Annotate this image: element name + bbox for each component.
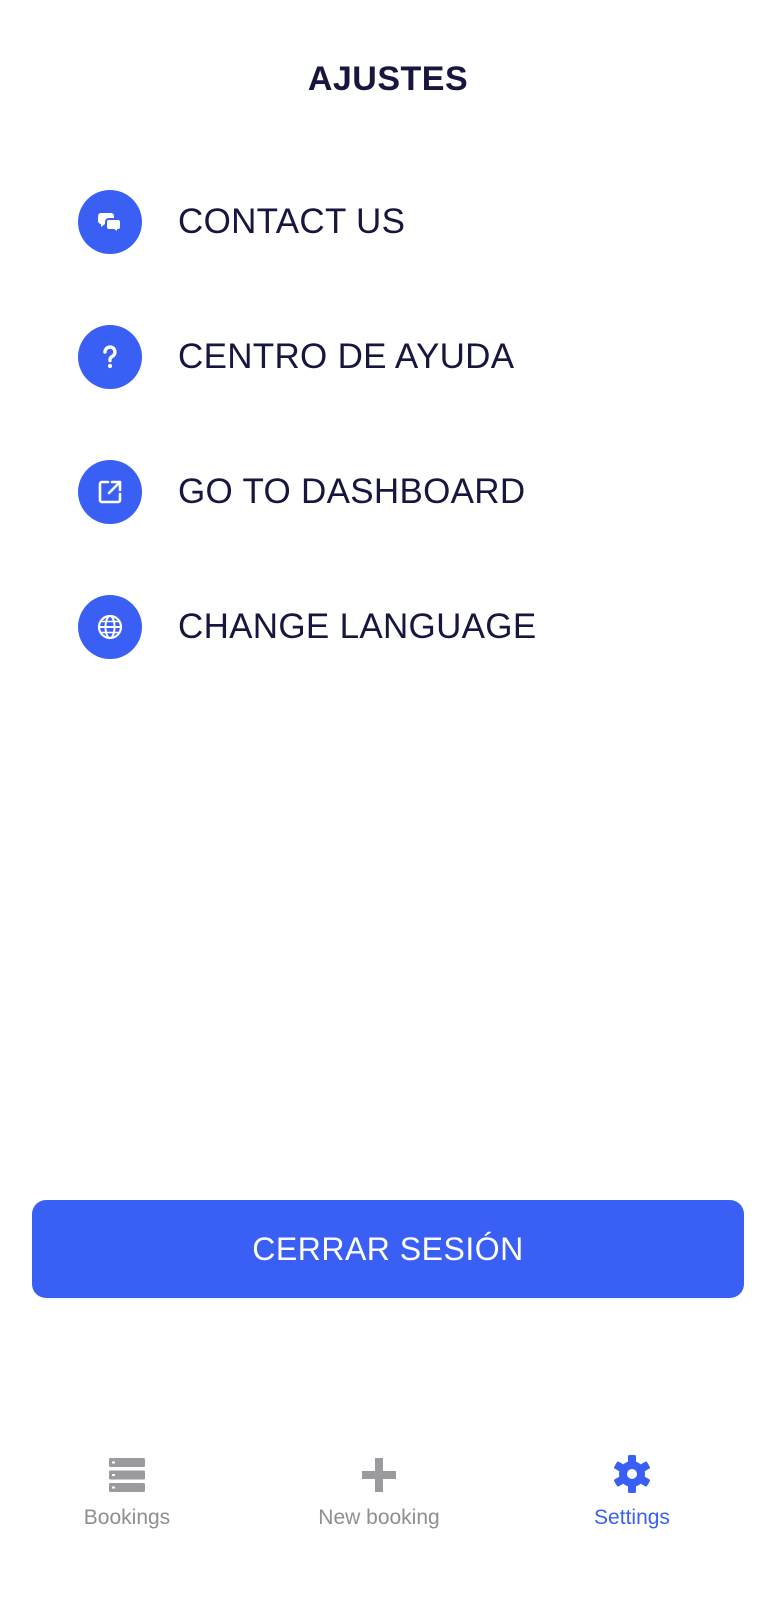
external-link-icon [78, 460, 142, 524]
tab-label: Bookings [83, 1506, 171, 1529]
tab-label: Settings [594, 1506, 670, 1529]
tab-settings[interactable]: Settings [522, 1440, 742, 1560]
menu-item-help-center[interactable]: CENTRO DE AYUDA [78, 325, 698, 389]
logout-button[interactable]: CERRAR SESIÓN [32, 1200, 744, 1298]
chat-bubbles-icon [78, 190, 142, 254]
menu-item-contact-us[interactable]: CONTACT US [78, 190, 698, 254]
menu-item-go-to-dashboard[interactable]: GO TO DASHBOARD [78, 460, 698, 524]
tab-bookings[interactable]: Bookings [17, 1440, 237, 1560]
plus-icon [360, 1440, 398, 1494]
menu-item-label: CONTACT US [178, 202, 406, 241]
page-title: AJUSTES [307, 60, 469, 98]
menu-item-change-language[interactable]: CHANGE LANGUAGE [78, 595, 698, 659]
tab-new-booking[interactable]: New booking [269, 1440, 489, 1560]
menu-item-label: CENTRO DE AYUDA [178, 337, 515, 376]
settings-menu: CONTACT US CENTRO DE AYUDA GO TO DASHBOA… [78, 190, 698, 730]
list-icon [108, 1440, 146, 1494]
gear-icon [612, 1440, 652, 1494]
bottom-tab-bar: Bookings New booking Settings [0, 1440, 776, 1600]
tab-label: New booking [318, 1506, 440, 1529]
globe-icon [78, 595, 142, 659]
menu-item-label: GO TO DASHBOARD [178, 472, 526, 511]
menu-item-label: CHANGE LANGUAGE [178, 607, 537, 646]
question-icon [78, 325, 142, 389]
